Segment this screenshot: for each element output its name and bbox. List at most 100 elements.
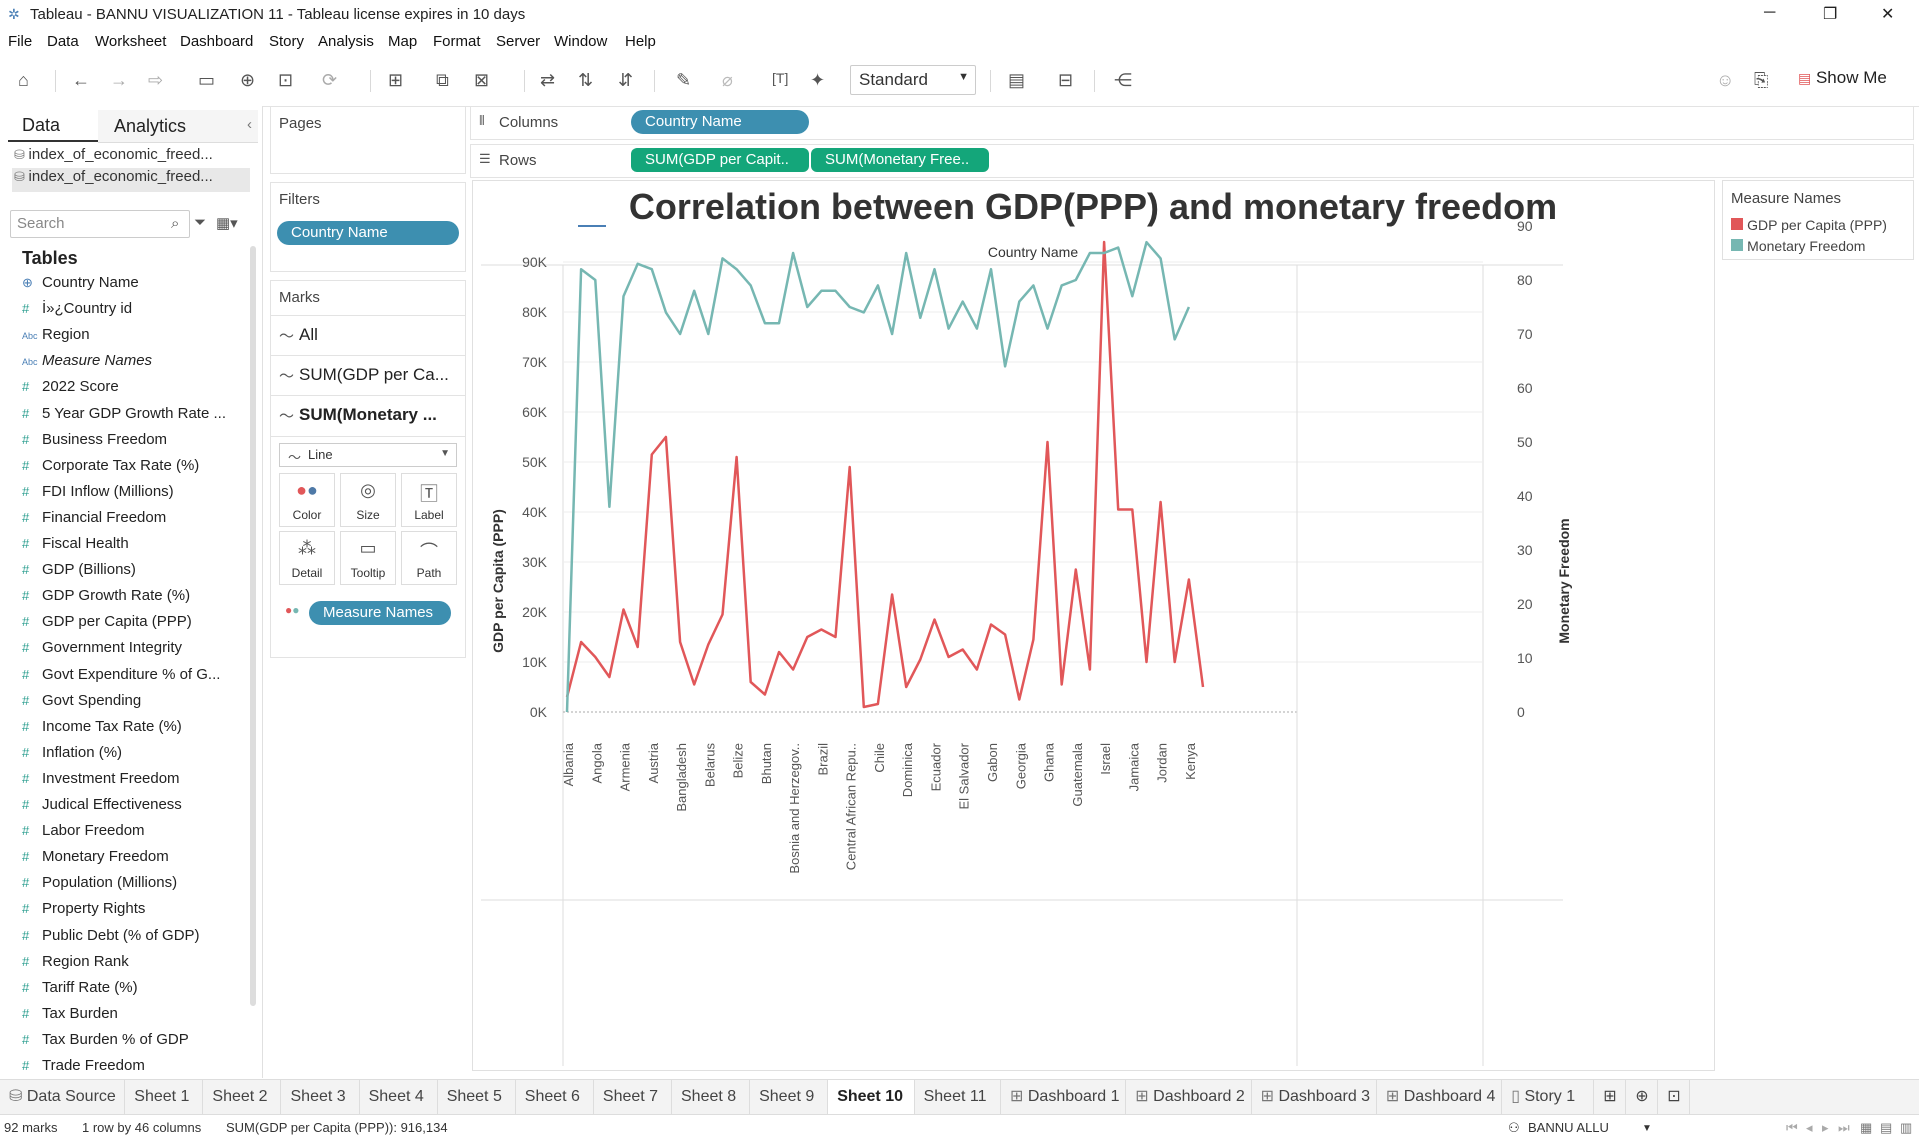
menu-worksheet[interactable]: Worksheet bbox=[95, 33, 166, 50]
clear-sheet-icon[interactable]: ⊠ bbox=[474, 70, 489, 91]
nav-first-icon[interactable]: ⏮ bbox=[1786, 1120, 1798, 1136]
field-item[interactable]: # GDP Growth Rate (%) bbox=[22, 587, 190, 604]
nav-next-icon[interactable]: ▸ bbox=[1822, 1120, 1829, 1136]
field-item[interactable]: # Tax Burden % of GDP bbox=[22, 1031, 189, 1048]
columns-shelf[interactable]: ⦀ Columns Country Name bbox=[470, 106, 1914, 140]
replay-icon[interactable]: ⇨ bbox=[148, 70, 163, 91]
new-worksheet-icon[interactable]: ⊞ bbox=[388, 70, 403, 91]
field-item[interactable]: # Corporate Tax Rate (%) bbox=[22, 457, 199, 474]
presentation-icon[interactable]: ⊟ bbox=[1058, 70, 1073, 91]
status-user[interactable]: BANNU ALLU bbox=[1528, 1120, 1609, 1135]
menu-help[interactable]: Help bbox=[625, 33, 656, 50]
tab-sheet-2[interactable]: Sheet 2 bbox=[203, 1080, 282, 1114]
account-icon[interactable]: ☺ bbox=[1716, 70, 1734, 91]
datasource-item-selected[interactable]: ⛁ index_of_economic_freed... bbox=[12, 168, 250, 192]
field-item[interactable]: ⊕ Country Name bbox=[22, 274, 139, 291]
tab-sheet-11[interactable]: Sheet 11 bbox=[915, 1080, 1001, 1114]
search-input[interactable]: Search ⌕ bbox=[10, 210, 190, 238]
field-item[interactable]: # GDP (Billions) bbox=[22, 561, 136, 578]
field-item[interactable]: # Inflation (%) bbox=[22, 744, 122, 761]
field-item[interactable]: # Trade Freedom bbox=[22, 1057, 145, 1074]
field-item[interactable]: Abc Measure Names bbox=[22, 352, 152, 369]
highlight-icon[interactable]: ✎ bbox=[676, 70, 691, 91]
home-icon[interactable]: ⌂ bbox=[18, 70, 29, 91]
marks-item-gdp[interactable]: 〜 SUM(GDP per Ca... bbox=[271, 355, 465, 396]
show-cards-icon[interactable]: ▤ bbox=[1008, 70, 1025, 91]
field-item[interactable]: # Tax Burden bbox=[22, 1005, 118, 1022]
tab-story-1[interactable]: ▯ Story 1 bbox=[1502, 1080, 1595, 1114]
sort-descending-icon[interactable]: ⇵ bbox=[618, 70, 633, 91]
field-item[interactable]: # Financial Freedom bbox=[22, 509, 166, 526]
grid-view-icon[interactable]: ▦ bbox=[1860, 1120, 1872, 1136]
field-item[interactable]: # Government Integrity bbox=[22, 639, 182, 656]
swap-icon[interactable]: ⇄ bbox=[540, 70, 555, 91]
menu-window[interactable]: Window bbox=[554, 33, 607, 50]
fit-dropdown[interactable]: Standard ▼ bbox=[850, 65, 976, 95]
save-icon[interactable]: ▭ bbox=[198, 70, 215, 91]
field-item[interactable]: # Tariff Rate (%) bbox=[22, 979, 138, 996]
menu-story[interactable]: Story bbox=[269, 33, 304, 50]
mark-type-dropdown[interactable]: 〜 Line ▼ bbox=[279, 443, 457, 467]
pause-updates-icon[interactable]: ⊡ bbox=[278, 70, 293, 91]
pin-icon[interactable]: ✦ bbox=[810, 70, 825, 91]
field-item[interactable]: # Business Freedom bbox=[22, 431, 167, 448]
filter-pill-country-name[interactable]: Country Name bbox=[277, 221, 459, 245]
tab-dashboard-3[interactable]: ⊞ Dashboard 3 bbox=[1252, 1080, 1377, 1114]
path-card[interactable]: ⌒ Path bbox=[401, 531, 457, 585]
legend-item-monetary[interactable]: Monetary Freedom bbox=[1731, 238, 1865, 255]
field-item[interactable]: # Labor Freedom bbox=[22, 822, 145, 839]
filter-icon[interactable]: ⏷ bbox=[194, 214, 206, 231]
menu-data[interactable]: Data bbox=[47, 33, 79, 50]
new-story-icon[interactable]: ⊡ bbox=[1658, 1080, 1691, 1114]
field-item[interactable]: # GDP per Capita (PPP) bbox=[22, 613, 192, 630]
field-item[interactable]: # Public Debt (% of GDP) bbox=[22, 927, 200, 944]
size-card[interactable]: ◎ Size bbox=[340, 473, 396, 527]
field-item[interactable]: # Govt Spending bbox=[22, 692, 141, 709]
color-card[interactable]: ●● Color bbox=[279, 473, 335, 527]
list-view-icon[interactable]: ▤ bbox=[1880, 1120, 1892, 1136]
new-dashboard-icon[interactable]: ⊕ bbox=[1626, 1080, 1659, 1114]
menu-server[interactable]: Server bbox=[496, 33, 540, 50]
minimize-icon[interactable]: ─ bbox=[1764, 4, 1775, 22]
share-icon[interactable]: ⋲ bbox=[1114, 70, 1132, 91]
close-icon[interactable]: ✕ bbox=[1881, 4, 1894, 24]
tab-sheet-8[interactable]: Sheet 8 bbox=[672, 1080, 751, 1114]
field-item[interactable]: Abc Region bbox=[22, 326, 90, 343]
show-me-button[interactable]: ▤ Show Me bbox=[1798, 68, 1887, 88]
field-item[interactable]: #2022 Score bbox=[22, 378, 119, 395]
maximize-icon[interactable]: ❐ bbox=[1823, 4, 1837, 24]
legend-item-gdp[interactable]: GDP per Capita (PPP) bbox=[1731, 217, 1887, 234]
field-item[interactable]: # Income Tax Rate (%) bbox=[22, 718, 182, 735]
tab-sheet-5[interactable]: Sheet 5 bbox=[438, 1080, 516, 1114]
nav-prev-icon[interactable]: ◂ bbox=[1806, 1120, 1813, 1136]
pages-shelf[interactable]: Pages bbox=[270, 106, 466, 174]
tab-sheet-1[interactable]: Sheet 1 bbox=[125, 1080, 204, 1114]
field-item[interactable]: # Investment Freedom bbox=[22, 770, 180, 787]
view-canvas[interactable]: Correlation between GDP(PPP) and monetar… bbox=[472, 180, 1715, 1071]
field-item[interactable]: # Fiscal Health bbox=[22, 535, 129, 552]
nav-last-icon[interactable]: ⏭ bbox=[1838, 1120, 1850, 1136]
filters-shelf[interactable]: Filters Country Name bbox=[270, 182, 466, 272]
menu-format[interactable]: Format bbox=[433, 33, 481, 50]
field-item[interactable]: # FDI Inflow (Millions) bbox=[22, 483, 174, 500]
color-pill-measure-names[interactable]: Measure Names bbox=[309, 601, 451, 625]
undo-icon[interactable]: ← bbox=[72, 70, 90, 91]
duplicate-sheet-icon[interactable]: ⧉ bbox=[436, 70, 449, 91]
tab-sheet-7[interactable]: Sheet 7 bbox=[594, 1080, 672, 1114]
tab-sheet-10[interactable]: Sheet 10 bbox=[828, 1080, 915, 1114]
tab-dashboard-2[interactable]: ⊞ Dashboard 2 bbox=[1126, 1080, 1252, 1114]
field-item[interactable]: # Property Rights bbox=[22, 900, 145, 917]
menu-dashboard[interactable]: Dashboard bbox=[180, 33, 253, 50]
field-item[interactable]: # Region Rank bbox=[22, 953, 129, 970]
format-painter-icon[interactable]: ⎘ bbox=[1754, 70, 1768, 91]
tab-sheet-3[interactable]: Sheet 3 bbox=[282, 1080, 360, 1114]
tab-data-source[interactable]: ⛁ Data Source bbox=[0, 1080, 126, 1114]
redo-icon[interactable]: → bbox=[110, 70, 128, 91]
filmstrip-view-icon[interactable]: ▥ bbox=[1900, 1120, 1912, 1136]
columns-pill-country-name[interactable]: Country Name bbox=[631, 110, 809, 134]
tooltip-card[interactable]: ▭ Tooltip bbox=[340, 531, 396, 585]
rows-pill-monetary[interactable]: SUM(Monetary Free.. bbox=[811, 148, 989, 172]
rows-pill-gdp[interactable]: SUM(GDP per Capit.. bbox=[631, 148, 809, 172]
field-item[interactable]: # Population (Millions) bbox=[22, 874, 177, 891]
label-card[interactable]: 🅃 Label bbox=[401, 473, 457, 527]
